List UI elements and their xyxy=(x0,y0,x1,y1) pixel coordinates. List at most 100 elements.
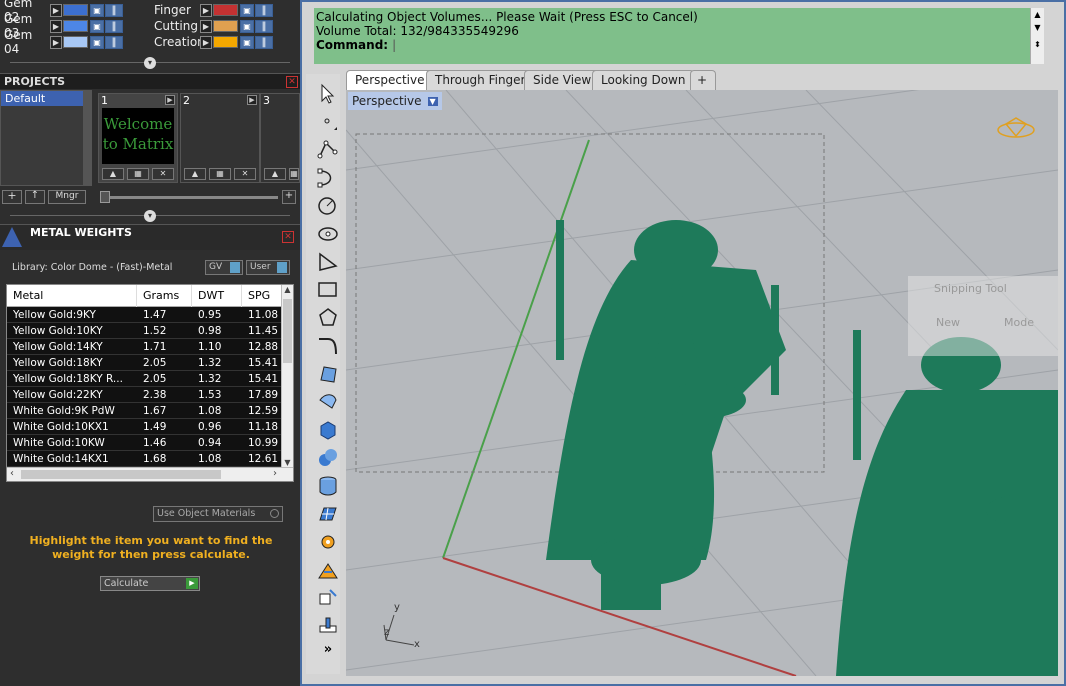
layer-row[interactable]: Cutting ▶ ▣ ‖ xyxy=(150,18,273,34)
calculate-button[interactable]: Calculate ▶ xyxy=(100,576,200,591)
scroll-right-icon[interactable]: › xyxy=(273,468,277,479)
select-arrow-icon[interactable] xyxy=(316,82,340,106)
table-row[interactable]: White Gold:10KW 1.46 0.94 10.99 xyxy=(7,435,293,451)
play-icon[interactable]: ▶ xyxy=(200,3,212,17)
lock-icon[interactable]: ▣ xyxy=(90,35,104,49)
column-header-dwt[interactable]: DWT xyxy=(192,285,242,307)
project-thumb-2[interactable]: 2 ▶ ▲ ▦ ✕ xyxy=(180,93,260,183)
layer-row[interactable]: Creation ▶ ▣ ‖ xyxy=(150,34,273,50)
play-icon[interactable]: ▶ xyxy=(50,3,62,17)
manager-button[interactable]: Mngr xyxy=(48,190,86,204)
save-icon[interactable]: ▦ xyxy=(209,168,231,180)
use-object-materials-toggle[interactable]: Use Object Materials xyxy=(153,506,283,522)
column-header-grams[interactable]: Grams xyxy=(137,285,192,307)
viewport-label-dropdown[interactable]: Perspective ▼ xyxy=(348,92,442,110)
up-icon[interactable]: ▲ xyxy=(184,168,206,180)
command-scrollbar[interactable]: ▲ ▼ ⬍ xyxy=(1030,8,1044,64)
save-icon[interactable]: ▦ xyxy=(127,168,149,180)
vertical-scrollbar[interactable]: ▲ ▼ xyxy=(281,285,293,467)
add-icon[interactable]: + xyxy=(2,190,22,204)
scroll-thumb[interactable] xyxy=(283,299,292,363)
layer-row[interactable]: Finger ▶ ▣ ‖ xyxy=(150,2,273,18)
scroll-up-icon[interactable]: ▲ xyxy=(282,285,293,294)
close-icon[interactable]: ✕ xyxy=(286,76,298,88)
extrude-icon[interactable] xyxy=(316,390,340,414)
thumb-size-slider[interactable] xyxy=(100,196,278,199)
visibility-icon[interactable]: ‖ xyxy=(105,3,123,17)
curve-icon[interactable] xyxy=(316,166,340,190)
tab-perspective[interactable]: Perspective xyxy=(346,70,434,90)
table-row[interactable]: Yellow Gold:9KY 1.47 0.95 11.08 xyxy=(7,307,293,323)
layer-color-swatch[interactable] xyxy=(63,36,88,48)
more-tools-icon[interactable]: » xyxy=(316,642,340,666)
lock-icon[interactable]: ▣ xyxy=(240,19,254,33)
play-icon[interactable]: ▶ xyxy=(165,95,175,105)
rectangle-icon[interactable] xyxy=(316,278,340,302)
collapse-handle[interactable]: ▾ xyxy=(144,210,156,222)
visibility-icon[interactable]: ‖ xyxy=(105,19,123,33)
zoom-in-icon[interactable]: + xyxy=(282,190,296,204)
layer-row[interactable]: Gem 04 ▶ ▣ ‖ xyxy=(0,28,123,56)
mesh-icon[interactable] xyxy=(316,502,340,526)
gv-toggle[interactable]: GV xyxy=(205,260,243,275)
lock-icon[interactable]: ▣ xyxy=(90,19,104,33)
visibility-icon[interactable]: ‖ xyxy=(255,19,273,33)
project-thumb-3[interactable]: 3 ▲ ▦ xyxy=(260,93,300,183)
column-header-spg[interactable]: SPG xyxy=(242,285,282,307)
table-row[interactable]: Yellow Gold:14KY 1.71 1.10 12.88 xyxy=(7,339,293,355)
transform-icon[interactable] xyxy=(316,586,340,610)
tab-side-view[interactable]: Side View xyxy=(524,70,601,90)
project-item-default[interactable]: Default xyxy=(1,91,91,106)
table-row[interactable]: White Gold:9K PdW 1.67 1.08 12.59 xyxy=(7,403,293,419)
layer-color-swatch[interactable] xyxy=(213,20,238,32)
tab-through-finger[interactable]: Through Finger xyxy=(426,70,535,90)
scroll-left-icon[interactable]: ‹ xyxy=(10,468,14,479)
layer-color-swatch[interactable] xyxy=(213,36,238,48)
sphere-icon[interactable] xyxy=(316,446,340,470)
table-row[interactable]: Yellow Gold:18KY R... 2.05 1.32 15.41 xyxy=(7,371,293,387)
play-icon[interactable]: ▶ xyxy=(200,35,212,49)
up-icon[interactable]: ▲ xyxy=(264,168,286,180)
boolean-icon[interactable] xyxy=(316,614,340,638)
delete-icon[interactable]: ✕ xyxy=(234,168,256,180)
ellipse-icon[interactable] xyxy=(316,222,340,246)
layer-color-swatch[interactable] xyxy=(213,4,238,16)
slider-handle[interactable] xyxy=(100,191,110,203)
polygon-icon[interactable] xyxy=(316,306,340,330)
h-scroll-thumb[interactable] xyxy=(21,470,221,479)
table-row[interactable]: Yellow Gold:22KY 2.38 1.53 17.89 xyxy=(7,387,293,403)
box-icon[interactable] xyxy=(316,418,340,442)
play-icon[interactable]: ▶ xyxy=(50,35,62,49)
up-icon[interactable]: ▲ xyxy=(102,168,124,180)
gear-icon[interactable] xyxy=(316,530,340,554)
arc-icon[interactable] xyxy=(316,250,340,274)
point-icon[interactable] xyxy=(316,110,340,134)
user-toggle[interactable]: User xyxy=(246,260,290,275)
table-row[interactable]: Yellow Gold:18KY 2.05 1.32 15.41 xyxy=(7,355,293,371)
surface-icon[interactable] xyxy=(316,362,340,386)
scroll-up-icon[interactable]: ▲ xyxy=(1031,10,1044,19)
lock-icon[interactable]: ▣ xyxy=(90,3,104,17)
cylinder-icon[interactable] xyxy=(316,474,340,498)
table-row[interactable]: Yellow Gold:10KY 1.52 0.98 11.45 xyxy=(7,323,293,339)
lock-icon[interactable]: ▣ xyxy=(240,3,254,17)
polyline-icon[interactable] xyxy=(316,138,340,162)
delete-icon[interactable]: ✕ xyxy=(152,168,174,180)
command-input[interactable]: | xyxy=(392,38,1042,52)
close-icon[interactable]: ✕ xyxy=(282,231,294,243)
add-tab-button[interactable]: + xyxy=(690,70,716,90)
layer-color-swatch[interactable] xyxy=(63,20,88,32)
fillet-icon[interactable] xyxy=(316,334,340,358)
visibility-icon[interactable]: ‖ xyxy=(255,3,273,17)
project-thumb-1[interactable]: 1 ▶ Welcome to Matrix ▲ ▦ ✕ xyxy=(98,93,178,183)
spin-icon[interactable]: ⬍ xyxy=(1031,40,1044,49)
projects-scrollbar[interactable] xyxy=(83,91,91,185)
visibility-icon[interactable]: ‖ xyxy=(255,35,273,49)
play-icon[interactable]: ▶ xyxy=(247,95,257,105)
tab-looking-down[interactable]: Looking Down xyxy=(592,70,695,90)
save-icon[interactable]: ▦ xyxy=(289,168,299,180)
play-icon[interactable]: ▶ xyxy=(50,19,62,33)
scroll-down-icon[interactable]: ▼ xyxy=(1031,23,1044,32)
horizontal-scrollbar[interactable]: ‹ › xyxy=(7,467,293,481)
table-row[interactable]: White Gold:14KX1 1.68 1.08 12.61 xyxy=(7,451,293,467)
